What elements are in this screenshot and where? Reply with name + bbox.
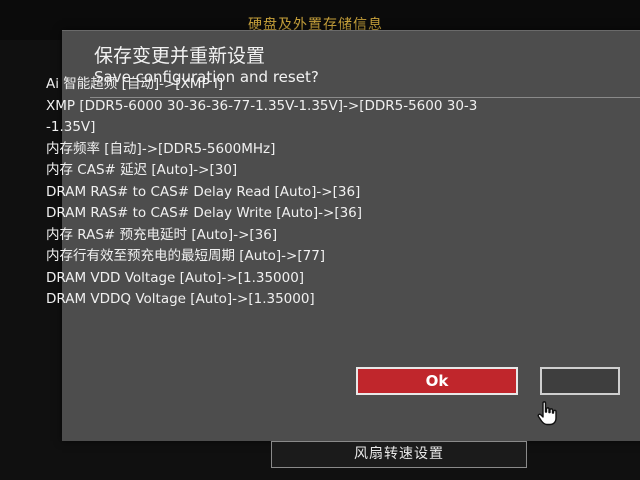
cancel-button[interactable] bbox=[540, 367, 620, 395]
change-item: DRAM VDD Voltage [Auto]->[1.35000] bbox=[46, 269, 305, 286]
change-item: 内存频率 [自动]->[DDR5-5600MHz] bbox=[46, 140, 276, 157]
change-item: 内存行有效至预充电的最短周期 [Auto]->[77] bbox=[46, 248, 326, 264]
change-item: 内存 RAS# 预充电延时 [Auto]->[36] bbox=[46, 226, 278, 243]
change-item: Ai 智能超频 [自动]->[XMP I] bbox=[46, 76, 224, 92]
change-item: 内存 CAS# 延迟 [Auto]->[30] bbox=[46, 162, 238, 178]
bios-screen: 硬盘及外置存储信息 保存变更并重新设置 Save configuration a… bbox=[0, 0, 640, 480]
fan-speed-button[interactable]: 风扇转速设置 bbox=[271, 441, 527, 468]
change-item: XMP [DDR5-6000 30-36-36-77-1.35V-1.35V]-… bbox=[46, 97, 478, 114]
change-item: DRAM RAS# to CAS# Delay Read [Auto]->[36… bbox=[46, 183, 361, 200]
dialog-title: 保存变更并重新设置 bbox=[94, 45, 266, 67]
change-item: -1.35V] bbox=[46, 119, 96, 135]
ok-button[interactable]: Ok bbox=[356, 367, 518, 395]
hand-pointer-icon bbox=[537, 401, 557, 426]
change-item: DRAM RAS# to CAS# Delay Write [Auto]->[3… bbox=[46, 205, 363, 221]
changes-list: Ai 智能超频 [自动]->[XMP I] XMP [DDR5-6000 30-… bbox=[46, 74, 586, 306]
change-item: DRAM VDDQ Voltage [Auto]->[1.35000] bbox=[46, 291, 315, 306]
